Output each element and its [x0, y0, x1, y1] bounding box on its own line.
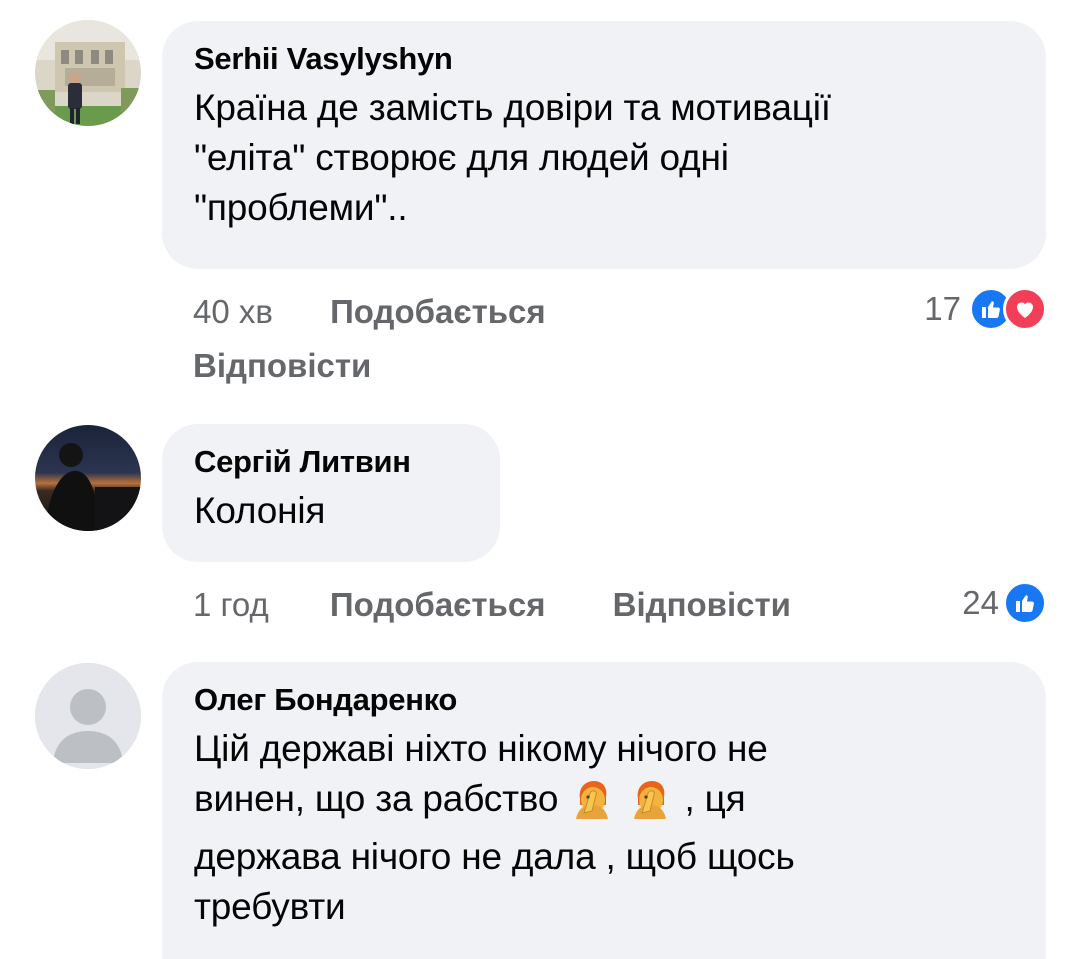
reaction-count: 17: [924, 290, 961, 327]
comment-bubble: Serhii Vasylyshyn Країна де замість дові…: [162, 21, 1046, 269]
reaction-count: 24: [962, 584, 999, 621]
comment-text-line: Країна де замість довіри та мотивації: [194, 87, 831, 128]
comment-text-line: "еліта" створює для людей одні: [194, 137, 729, 178]
comment-time[interactable]: 1 год: [193, 586, 269, 623]
comment-meta: 40 хв Подобається: [193, 290, 546, 334]
comment-text: Колонія: [194, 486, 468, 536]
comment-text-line: "проблеми"..: [194, 187, 408, 228]
comment-author[interactable]: Serhii Vasylyshyn: [194, 39, 1014, 79]
comment-text-line: Цій державі ніхто нікому нічого не: [194, 728, 768, 769]
comment-text-line: держава нічого не дала , щоб щось: [194, 836, 795, 877]
comment-author[interactable]: Олег Бондаренко: [194, 680, 1014, 720]
reply-button[interactable]: Відповісти: [193, 347, 371, 384]
avatar[interactable]: [35, 663, 141, 769]
comment-bubble: Сергій Литвин Колонія: [162, 424, 500, 562]
comment-text: Країна де замість довіри та мотивації "е…: [194, 83, 1014, 233]
comment-author[interactable]: Сергій Литвин: [194, 442, 468, 482]
love-icon: [1003, 287, 1047, 331]
comment-text: Цій державі ніхто нікому нічого не винен…: [194, 724, 1014, 932]
comment-text-line: винен, що за рабство , ця: [194, 774, 1014, 832]
face-palm-emoji: [628, 775, 672, 832]
avatar[interactable]: [35, 20, 141, 126]
reactions-summary[interactable]: 24: [962, 581, 1047, 625]
default-avatar-icon: [35, 663, 141, 769]
like-button[interactable]: Подобається: [330, 586, 546, 623]
like-button[interactable]: Подобається: [330, 293, 546, 330]
comment-meta-row-2: Відповісти: [193, 344, 371, 388]
comment-text-line: требувти: [194, 886, 346, 927]
reactions-summary[interactable]: 17: [924, 287, 1047, 331]
like-icon: [1003, 581, 1047, 625]
comment-text-fragment: винен, що за рабство: [194, 778, 559, 819]
comment-time[interactable]: 40 хв: [193, 293, 273, 330]
comment-bubble: Олег Бондаренко Цій державі ніхто нікому…: [162, 662, 1046, 959]
comment-meta: 1 год Подобається Відповісти: [193, 583, 791, 627]
avatar[interactable]: [35, 425, 141, 531]
comment-text-line: Колонія: [194, 490, 326, 531]
reply-button[interactable]: Відповісти: [613, 586, 791, 623]
face-palm-emoji: [570, 775, 614, 832]
comment-text-fragment: , ця: [684, 778, 746, 819]
